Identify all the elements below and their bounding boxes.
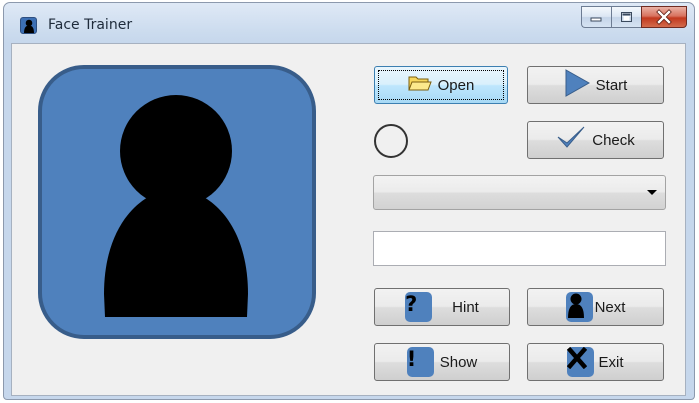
- answer-dropdown[interactable]: [373, 175, 666, 210]
- person-silhouette-icon: [565, 292, 593, 322]
- folder-icon: [407, 74, 432, 96]
- show-button[interactable]: ! Show: [374, 343, 510, 381]
- check-label: Check: [592, 131, 635, 149]
- app-icon: [20, 17, 37, 34]
- face-trainer-window: Face Trainer Open Start Check ? Hint Nex…: [3, 2, 695, 400]
- window-controls: [581, 6, 687, 28]
- question-mark-icon: ?: [405, 292, 433, 322]
- face-image-panel: [38, 65, 316, 339]
- close-button[interactable]: [641, 6, 687, 28]
- person-silhouette-image: [104, 95, 248, 317]
- start-label: Start: [595, 76, 628, 94]
- x-mark-icon: [567, 346, 595, 377]
- exit-label: Exit: [598, 353, 624, 371]
- next-label: Next: [594, 298, 626, 316]
- start-button[interactable]: Start: [527, 66, 664, 104]
- maximize-button[interactable]: [611, 6, 641, 28]
- next-button[interactable]: Next: [527, 288, 664, 326]
- play-arrow-icon: [564, 69, 590, 101]
- client-area: Open Start Check ? Hint Next ! Show Exit: [11, 43, 686, 396]
- window-title: Face Trainer: [48, 17, 133, 33]
- title-bar[interactable]: Face Trainer: [4, 3, 694, 43]
- open-button[interactable]: Open: [374, 66, 508, 104]
- open-label: Open: [437, 76, 475, 94]
- exclamation-icon: !: [406, 347, 434, 377]
- close-icon: [656, 9, 672, 25]
- hint-label: Hint: [452, 298, 479, 316]
- maximize-icon: [621, 12, 632, 22]
- minimize-icon: [590, 17, 602, 22]
- check-button[interactable]: Check: [527, 121, 664, 159]
- hint-button[interactable]: ? Hint: [374, 288, 510, 326]
- checkmark-icon: [556, 125, 586, 155]
- dropdown-arrow-icon: [647, 190, 657, 195]
- minimize-button[interactable]: [581, 6, 611, 28]
- show-label: Show: [439, 353, 478, 371]
- answer-input[interactable]: [373, 231, 666, 266]
- exit-button[interactable]: Exit: [527, 343, 664, 381]
- result-indicator-radio[interactable]: [374, 124, 408, 158]
